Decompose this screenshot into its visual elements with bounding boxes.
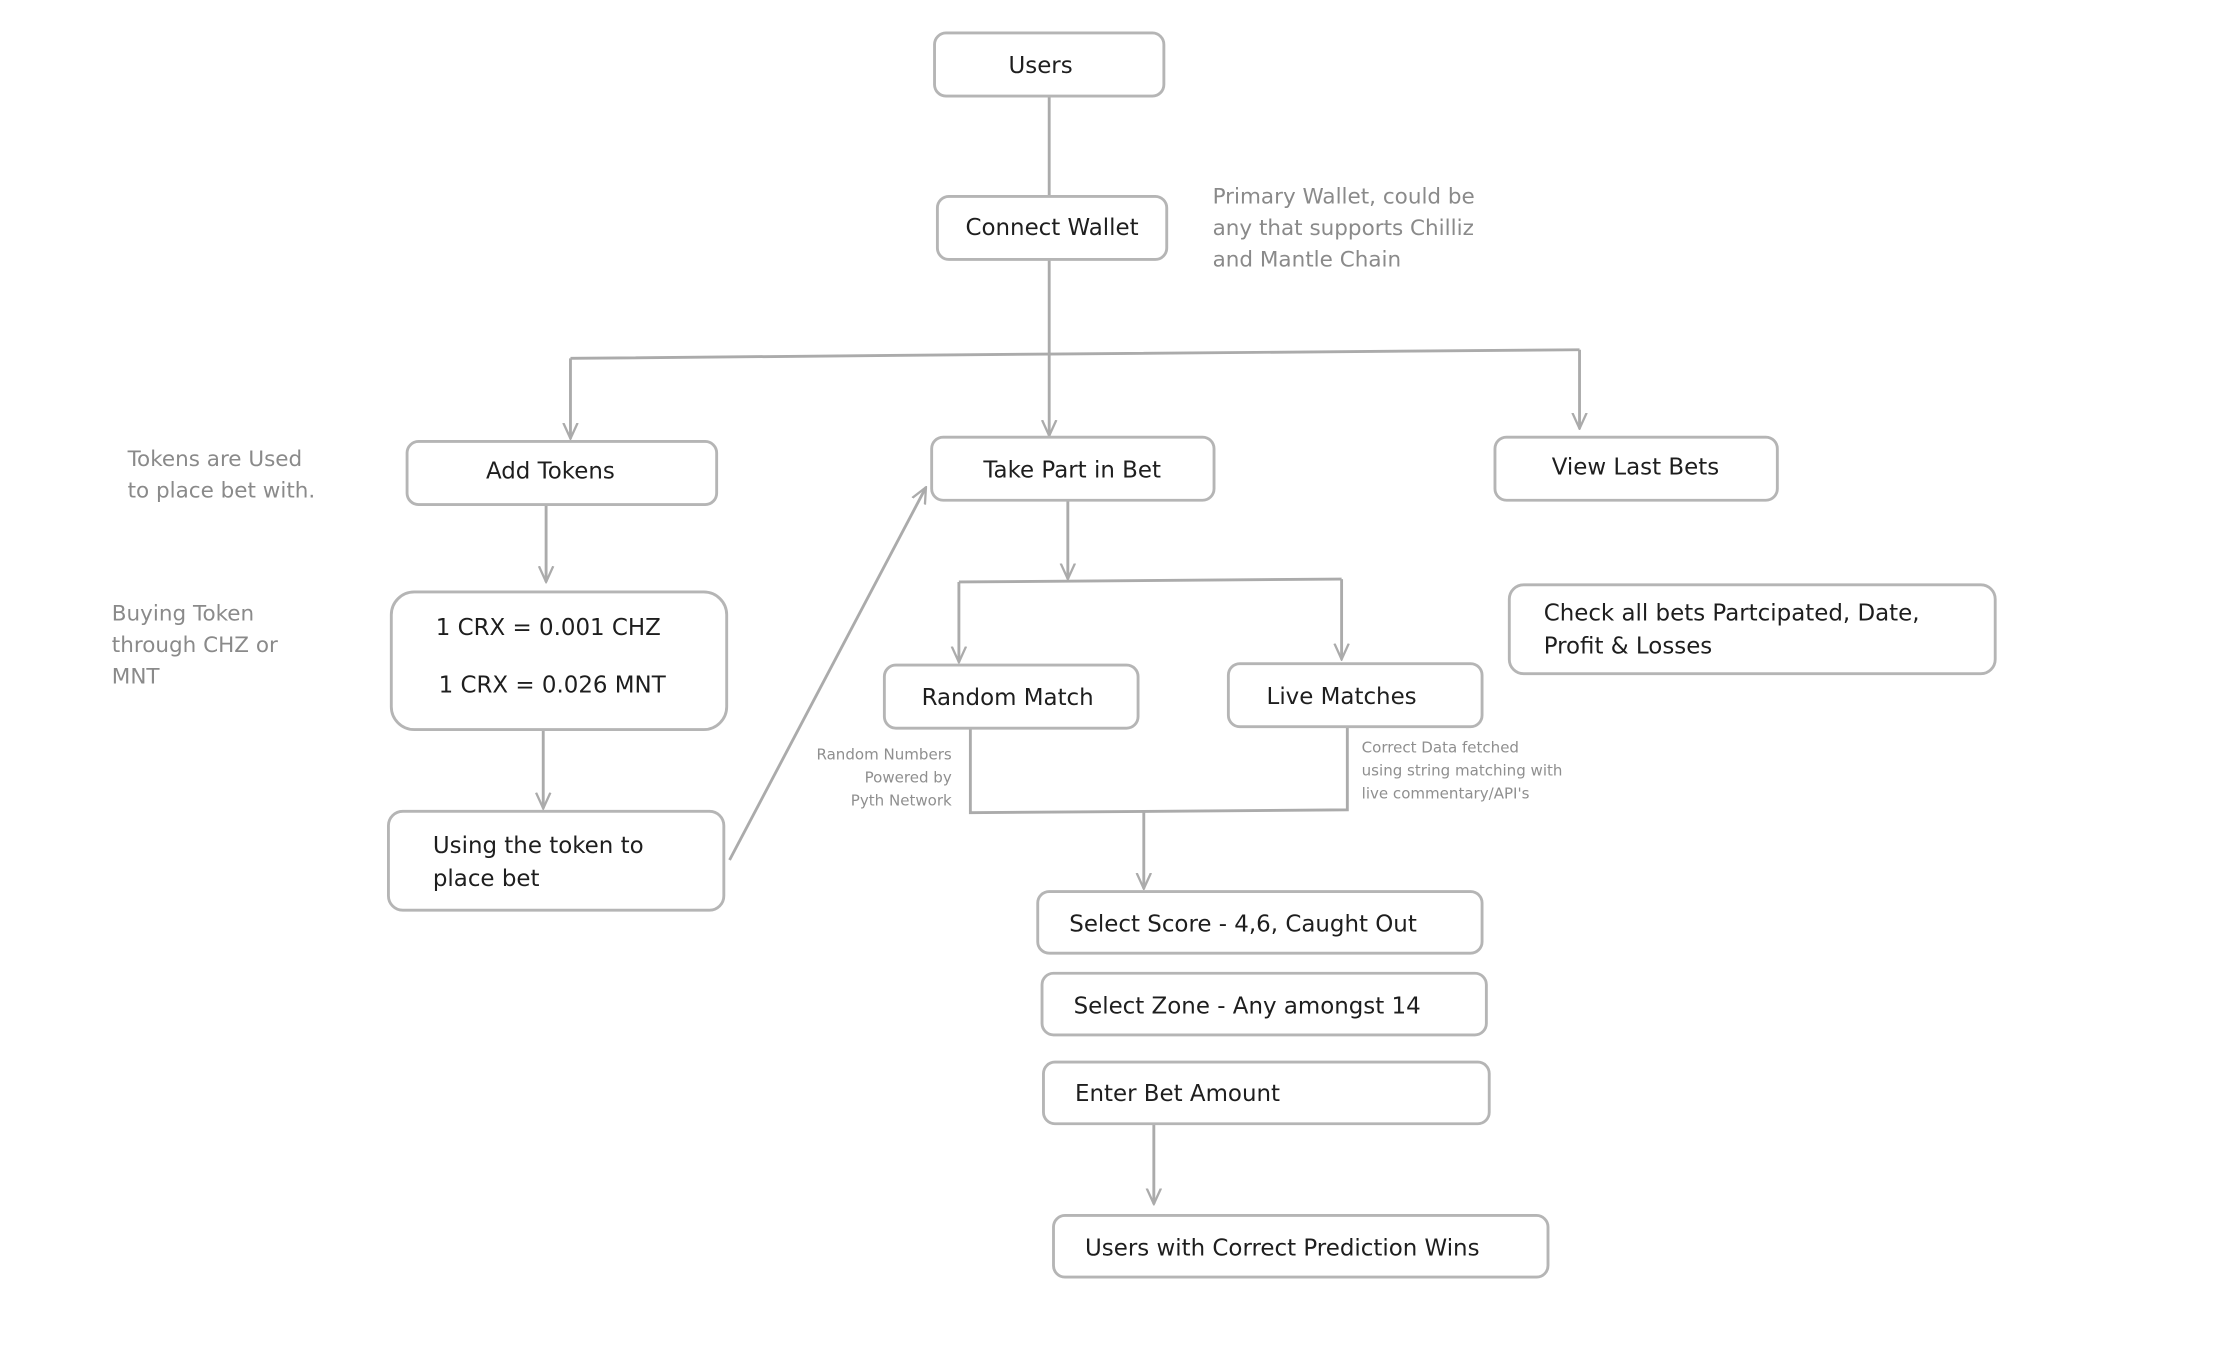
node-label: Using the token to [433, 833, 644, 859]
node-check-bets: Check all bets Partcipated, Date, Profit… [1507, 583, 1997, 676]
node-label: Check all bets Partcipated, Date, [1544, 601, 1920, 627]
node-live-matches: Live Matches [1226, 662, 1484, 729]
node-label: Profit & Losses [1544, 634, 1713, 660]
node-connect-wallet: Connect Wallet [935, 194, 1169, 261]
note-line: MNT [112, 665, 161, 690]
note-line: through CHZ or [112, 633, 278, 658]
node-random-match: Random Match [882, 663, 1140, 730]
note-line: and Mantle Chain [1213, 248, 1402, 273]
note-line: any that supports Chilliz [1213, 216, 1474, 241]
note-line: Powered by [865, 769, 952, 787]
edge-merge [968, 726, 1349, 815]
node-label: place bet [433, 866, 540, 892]
note-line: Pyth Network [851, 792, 952, 810]
node-rates: 1 CRX = 0.001 CHZ 1 CRX = 0.026 MNT [389, 590, 729, 732]
node-label: Enter Bet Amount [1075, 1081, 1280, 1107]
note-line: Buying Token [112, 602, 254, 627]
node-label: Select Score - 4,6, Caught Out [1069, 912, 1417, 938]
note-correct-data: Correct Data fetched using string matchi… [1362, 739, 1563, 803]
note-line: to place bet with. [128, 478, 316, 503]
node-users: Users [933, 31, 1166, 98]
note-line: Tokens are Used [127, 447, 303, 472]
node-label: Users [1008, 53, 1072, 79]
note-tokens-used: Tokens are Used to place bet with. [127, 447, 316, 504]
node-winners: Users with Correct Prediction Wins [1052, 1214, 1550, 1279]
note-line: Primary Wallet, could be [1213, 185, 1475, 210]
edge-split-horizontal [570, 348, 1580, 360]
note-line: Correct Data fetched [1362, 739, 1519, 757]
node-label: Select Zone - Any amongst 14 [1074, 993, 1421, 1019]
node-label: Take Part in Bet [982, 457, 1161, 483]
note-wallet: Primary Wallet, could be any that suppor… [1213, 185, 1475, 273]
node-label: Add Tokens [486, 459, 615, 485]
node-label: View Last Bets [1552, 454, 1719, 480]
flow-diagram: Users Connect Wallet Add Tokens Take Par… [112, 31, 1997, 1279]
node-label: Random Match [922, 685, 1094, 711]
node-enter-amount: Enter Bet Amount [1042, 1060, 1491, 1126]
rate-mnt: 1 CRX = 0.026 MNT [439, 672, 667, 698]
node-label: Users with Correct Prediction Wins [1085, 1236, 1480, 1262]
rate-chz: 1 CRX = 0.001 CHZ [436, 615, 661, 641]
node-using-token: Using the token to place bet [387, 809, 726, 912]
node-label: Live Matches [1267, 684, 1417, 710]
note-random-numbers: Random Numbers Powered by Pyth Network [816, 746, 952, 810]
node-label: Connect Wallet [965, 215, 1138, 241]
node-add-tokens: Add Tokens [405, 440, 719, 506]
note-line: using string matching with [1362, 761, 1563, 779]
note-line: Random Numbers [816, 746, 951, 764]
node-select-zone: Select Zone - Any amongst 14 [1040, 971, 1488, 1037]
node-view-last-bets: View Last Bets [1493, 435, 1779, 502]
note-buying: Buying Token through CHZ or MNT [112, 602, 278, 690]
note-line: live commentary/API's [1362, 784, 1530, 802]
edge-match-split [958, 577, 1342, 584]
node-take-part: Take Part in Bet [930, 435, 1216, 502]
node-select-score: Select Score - 4,6, Caught Out [1036, 890, 1484, 955]
